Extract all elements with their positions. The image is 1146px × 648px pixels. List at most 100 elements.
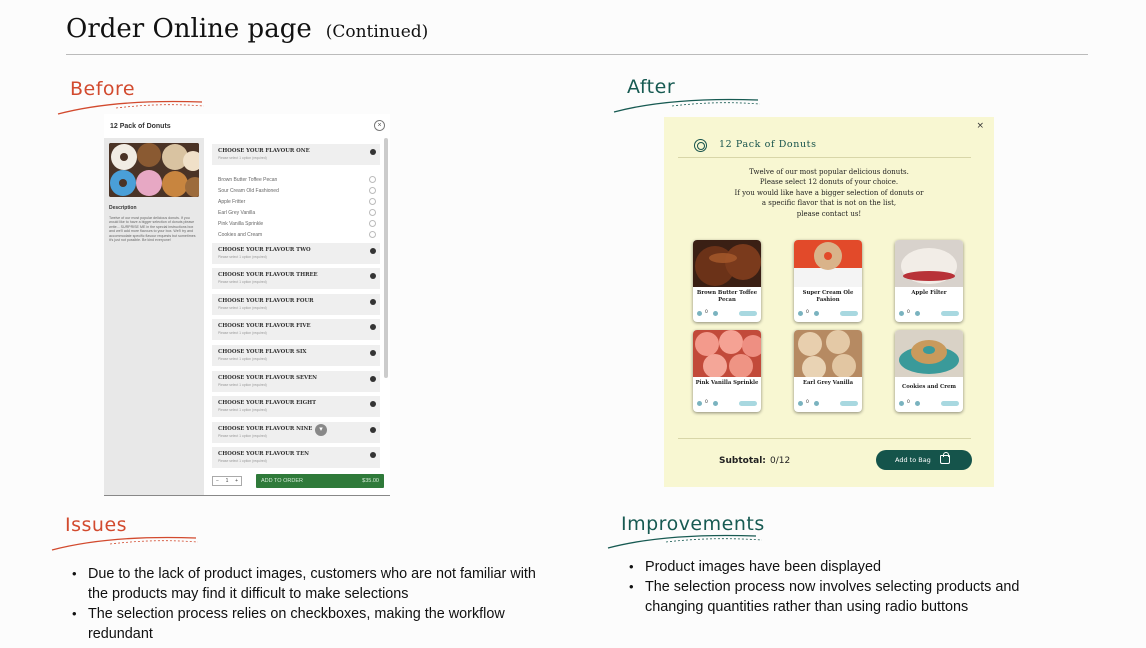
- divider: [678, 438, 971, 439]
- flavour-section[interactable]: CHOOSE YOUR FLAVOUR EIGHT Please select 1…: [212, 396, 380, 418]
- divider: [678, 157, 971, 158]
- radio-button[interactable]: [369, 230, 376, 238]
- product-card[interactable]: Super Cream Ole Fashion 0: [794, 240, 862, 322]
- add-button[interactable]: [739, 311, 757, 316]
- add-button[interactable]: [840, 401, 858, 406]
- scrollbar[interactable]: [384, 138, 388, 378]
- product-name: Earl Grey Vanilla: [802, 380, 854, 386]
- plus-icon[interactable]: [814, 311, 819, 316]
- issue-item: The selection process relies on checkbox…: [66, 604, 556, 644]
- flavour-section[interactable]: CHOOSE YOUR FLAVOUR SIX Please select 1 o…: [212, 344, 380, 366]
- product-image: [693, 240, 761, 287]
- add-to-bag-button[interactable]: Add to Bag: [876, 450, 972, 470]
- minus-icon[interactable]: [697, 401, 702, 406]
- add-button[interactable]: [840, 311, 858, 316]
- info-icon: [370, 452, 376, 459]
- radio-option[interactable]: Pink Vanilla Sprinkle: [212, 218, 380, 229]
- plus-icon[interactable]: [713, 311, 718, 316]
- flavour-section[interactable]: CHOOSE YOUR FLAVOUR FOUR Please select 1 …: [212, 293, 380, 315]
- flavour-subtitle: Please select 1 option (required): [218, 356, 267, 361]
- quantity-control: 0: [697, 310, 757, 317]
- minus-icon[interactable]: [899, 401, 904, 406]
- quantity-value: 0: [907, 310, 910, 315]
- product-card[interactable]: Apple Filter 0: [895, 240, 963, 322]
- radio-button[interactable]: [369, 208, 376, 216]
- flavour-title: CHOOSE YOUR FLAVOUR SEVEN: [218, 374, 317, 381]
- radio-button[interactable]: [369, 219, 376, 227]
- flavour-section[interactable]: CHOOSE YOUR FLAVOUR ONE Please select 1 o…: [212, 144, 380, 165]
- quantity-stepper[interactable]: − 1 +: [212, 476, 242, 486]
- intro-line: a specific flavor that is not on the lis…: [761, 199, 897, 208]
- product-card[interactable]: Brown Butter Toffee Pecan 0: [693, 240, 761, 322]
- flavour-title: CHOOSE YOUR FLAVOUR SIX: [218, 348, 307, 355]
- product-name: Brown Butter Toffee Pecan: [696, 290, 758, 303]
- product-card[interactable]: Cookies and Crem 0: [895, 330, 963, 412]
- flavour-subtitle: Please select 1 option (required): [218, 433, 267, 438]
- quantity-value: 1: [225, 478, 229, 484]
- issues-list: Due to the lack of product images, custo…: [66, 564, 556, 644]
- quantity-control: 0: [697, 400, 757, 407]
- option-label: Brown Butter Toffee Pecan: [218, 176, 278, 183]
- intro-line: Please select 12 donuts of your choice.: [759, 178, 899, 187]
- flavour-title: CHOOSE YOUR FLAVOUR THREE: [218, 272, 318, 279]
- flavour-section[interactable]: CHOOSE YOUR FLAVOUR TEN Please select 1 o…: [212, 447, 380, 468]
- minus-icon[interactable]: −: [216, 477, 219, 485]
- close-icon[interactable]: ×: [374, 120, 385, 131]
- radio-button[interactable]: [369, 175, 376, 183]
- radio-button[interactable]: [369, 186, 376, 194]
- intro-line: please contact us!: [796, 209, 862, 218]
- minus-icon[interactable]: [899, 311, 904, 316]
- flavour-title: CHOOSE YOUR FLAVOUR ONE: [218, 148, 310, 154]
- quantity-value: 0: [806, 400, 809, 405]
- flavour-section[interactable]: CHOOSE YOUR FLAVOUR TWO Please select 1 o…: [212, 242, 380, 264]
- add-to-order-button[interactable]: ADD TO ORDER $35.00: [256, 474, 384, 488]
- radio-option[interactable]: Earl Grey Vanilla: [212, 207, 380, 218]
- minus-icon[interactable]: [697, 311, 702, 316]
- quantity-control: 0: [798, 310, 858, 317]
- add-button[interactable]: [739, 401, 757, 406]
- radio-option[interactable]: Sour Cream Old Fashioned: [212, 185, 380, 196]
- after-screenshot: × 12 Pack of Donuts Twelve of our most p…: [664, 117, 994, 487]
- improvements-underline: [607, 534, 763, 549]
- issues-underline: [51, 536, 199, 551]
- product-name: Cookies and Crem: [902, 384, 956, 390]
- radio-option[interactable]: Brown Butter Toffee Pecan: [212, 174, 380, 185]
- scroll-down-icon[interactable]: ▾: [315, 424, 327, 436]
- plus-icon[interactable]: [814, 401, 819, 406]
- close-icon[interactable]: ×: [976, 121, 984, 131]
- radio-option[interactable]: Apple Fritter: [212, 196, 380, 207]
- quantity-value: 0: [705, 310, 708, 315]
- info-icon: [370, 273, 376, 280]
- flavour-section[interactable]: CHOOSE YOUR FLAVOUR THREE Please select 1…: [212, 268, 380, 290]
- flavour-section[interactable]: CHOOSE YOUR FLAVOUR NINE Please select 1 …: [212, 421, 380, 443]
- flavour-section[interactable]: CHOOSE YOUR FLAVOUR FIVE Please select 1 …: [212, 319, 380, 341]
- plus-icon[interactable]: +: [235, 477, 238, 485]
- page-title-text: Order Online page: [66, 14, 312, 44]
- before-footer: − 1 + ADD TO ORDER $35.00: [208, 470, 390, 495]
- radio-button[interactable]: [369, 197, 376, 205]
- description-heading: Description: [109, 205, 137, 211]
- quantity-control: 0: [899, 310, 959, 317]
- add-button[interactable]: [941, 311, 959, 316]
- plus-icon[interactable]: [915, 401, 920, 406]
- add-button[interactable]: [941, 401, 959, 406]
- flavour-list: CHOOSE YOUR FLAVOUR ONE Please select 1 o…: [208, 138, 388, 468]
- improvement-item: Product images have been displayed: [623, 557, 1073, 577]
- minus-icon[interactable]: [798, 311, 803, 316]
- flavour-subtitle: Please select 1 option (required): [218, 156, 267, 160]
- donut-box-image: [109, 143, 199, 197]
- product-card[interactable]: Earl Grey Vanilla 0: [794, 330, 862, 412]
- product-card[interactable]: Pink Vanilla Sprinkle 0: [693, 330, 761, 412]
- donut-logo-icon: [694, 139, 707, 152]
- plus-icon[interactable]: [713, 401, 718, 406]
- quantity-value: 0: [907, 400, 910, 405]
- flavour-section[interactable]: CHOOSE YOUR FLAVOUR SEVEN Please select 1…: [212, 370, 380, 392]
- flavour-title: CHOOSE YOUR FLAVOUR FOUR: [218, 297, 314, 304]
- radio-option[interactable]: Cookies and Cream: [212, 229, 380, 240]
- info-icon: [370, 375, 376, 382]
- flavour-title: CHOOSE YOUR FLAVOUR TWO: [218, 246, 311, 253]
- flavour-subtitle: Please select 1 option (required): [218, 459, 267, 464]
- before-product-sidebar: Description Twelve of our most popular d…: [104, 138, 204, 495]
- plus-icon[interactable]: [915, 311, 920, 316]
- minus-icon[interactable]: [798, 401, 803, 406]
